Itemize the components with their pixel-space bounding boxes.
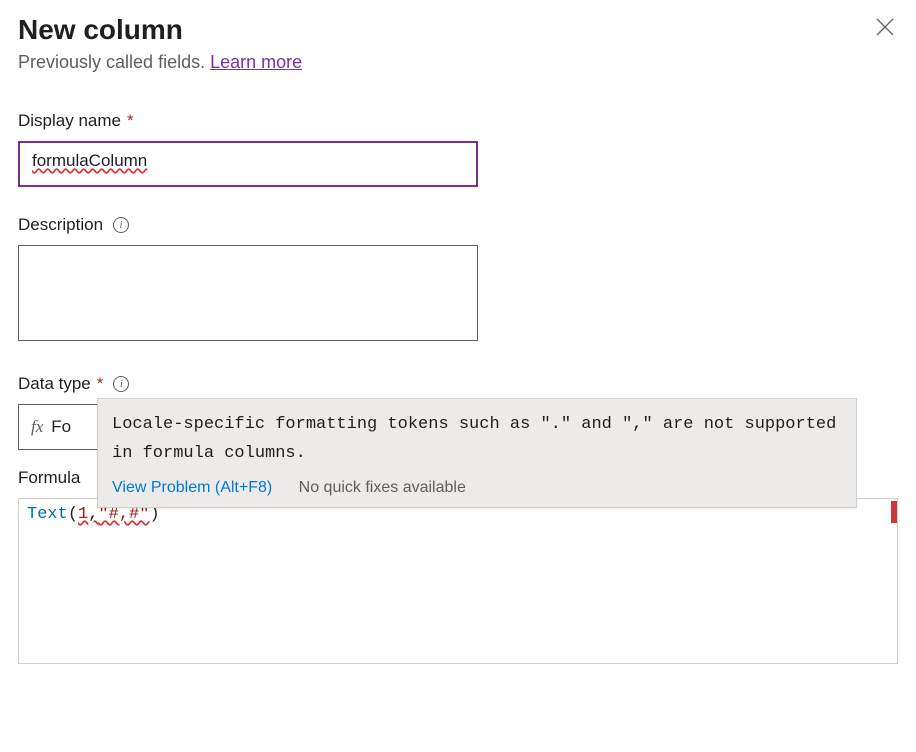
close-button[interactable] xyxy=(872,14,898,44)
display-name-input[interactable]: formulaColumn xyxy=(18,141,478,187)
required-marker: * xyxy=(127,111,134,131)
display-name-value: formulaColumn xyxy=(32,151,147,170)
subtitle: Previously called fields. Learn more xyxy=(18,52,898,73)
formula-token-str: "#,#" xyxy=(98,505,149,524)
formula-token-lparen: ( xyxy=(68,505,78,524)
formula-token-comma: , xyxy=(88,505,98,524)
display-name-label: Display name * xyxy=(18,111,898,131)
tooltip-message: Locale-specific formatting tokens such a… xyxy=(112,411,842,469)
data-type-label: Data type * i xyxy=(18,374,898,394)
data-type-value: Fo xyxy=(51,417,71,437)
description-label-text: Description xyxy=(18,215,103,235)
page-title: New column xyxy=(18,14,183,46)
description-label: Description i xyxy=(18,215,898,235)
required-marker: * xyxy=(97,374,104,394)
error-gutter-marker xyxy=(891,501,897,523)
display-name-label-text: Display name xyxy=(18,111,121,131)
fx-icon: fx xyxy=(31,417,43,437)
formula-editor[interactable]: Text(1,"#,#") xyxy=(18,498,898,664)
error-tooltip: Locale-specific formatting tokens such a… xyxy=(97,398,857,508)
formula-token-func: Text xyxy=(27,505,68,524)
info-icon[interactable]: i xyxy=(113,376,129,392)
formula-token-rparen: ) xyxy=(149,505,159,524)
close-icon xyxy=(876,18,894,36)
description-input[interactable] xyxy=(18,245,478,341)
view-problem-link[interactable]: View Problem (Alt+F8) xyxy=(112,479,272,496)
subtitle-text: Previously called fields. xyxy=(18,52,210,72)
formula-token-num: 1 xyxy=(78,505,88,524)
info-icon[interactable]: i xyxy=(113,217,129,233)
learn-more-link[interactable]: Learn more xyxy=(210,52,302,72)
formula-label-text: Formula xyxy=(18,468,80,488)
data-type-label-text: Data type xyxy=(18,374,91,394)
no-quick-fixes-text: No quick fixes available xyxy=(299,479,466,496)
